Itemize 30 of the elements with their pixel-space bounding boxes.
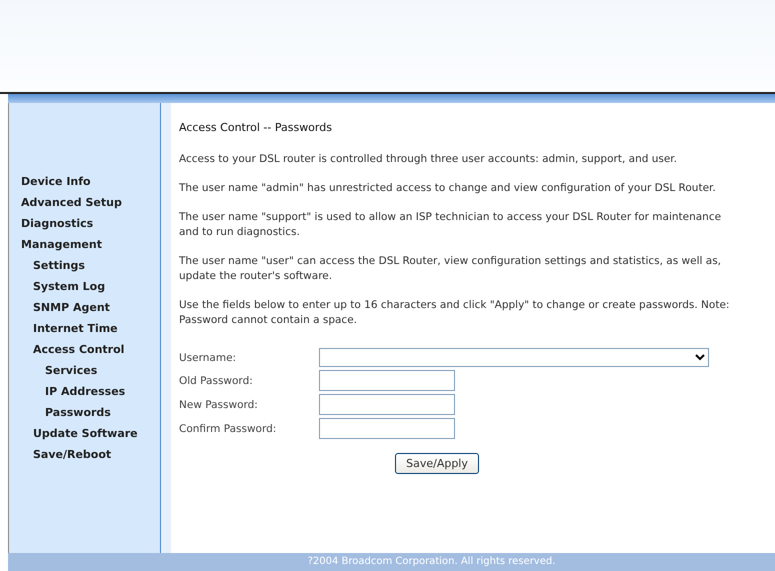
description-text: The user name "support" is used to allow an ISP technician to access your DSL Router for maintenance and to run diagnostics. xyxy=(179,210,722,240)
nav-item[interactable]: Diagnostics xyxy=(9,213,160,234)
field-label: New Password: xyxy=(179,398,259,410)
password-field[interactable] xyxy=(319,394,455,415)
nav-item[interactable]: Settings xyxy=(9,255,160,276)
password-field[interactable] xyxy=(319,370,455,391)
page-title: Access Control -- Passwords xyxy=(179,121,333,134)
nav-item[interactable]: Passwords xyxy=(9,402,160,423)
field-label: Old Password: xyxy=(179,374,254,386)
nav-item[interactable]: System Log xyxy=(9,276,160,297)
nav-item[interactable]: SNMP Agent xyxy=(9,297,160,318)
field-label: Username: xyxy=(179,352,238,364)
copyright-text: ?2004 Broadcom Corporation. All rights reserved. xyxy=(308,556,556,567)
nav-item[interactable]: Device Info xyxy=(9,171,160,192)
nav-item[interactable]: Save/Reboot xyxy=(9,444,160,465)
description-text: Use the fields below to enter up to 16 characters and click "Apply" to change or create passwords. Note: Password cannot contain a space. xyxy=(179,298,730,328)
nav-item[interactable]: Management xyxy=(9,234,160,255)
description-text: The user name "admin" has unrestricted access to change and view configuration of your DSL Router. xyxy=(179,181,717,196)
nav-item[interactable]: Advanced Setup xyxy=(9,192,160,213)
nav-item[interactable]: Internet Time xyxy=(9,318,160,339)
save-apply-button[interactable]: Save/Apply xyxy=(395,453,479,474)
nav-item[interactable]: IP Addresses xyxy=(9,381,160,402)
field-label: Confirm Password: xyxy=(179,422,278,434)
password-field[interactable] xyxy=(319,418,455,439)
description-text: The user name "user" can access the DSL Router, view configuration settings and statistics, as well as, update the router's software. xyxy=(179,254,722,284)
nav-item[interactable]: Access Control xyxy=(9,339,160,360)
description-text: Access to your DSL router is controlled through three user accounts: admin, support, and user. xyxy=(179,152,678,167)
nav-item[interactable]: Services xyxy=(9,360,160,381)
nav-item[interactable]: Update Software xyxy=(9,423,160,444)
username-dropdown[interactable] xyxy=(319,348,709,367)
